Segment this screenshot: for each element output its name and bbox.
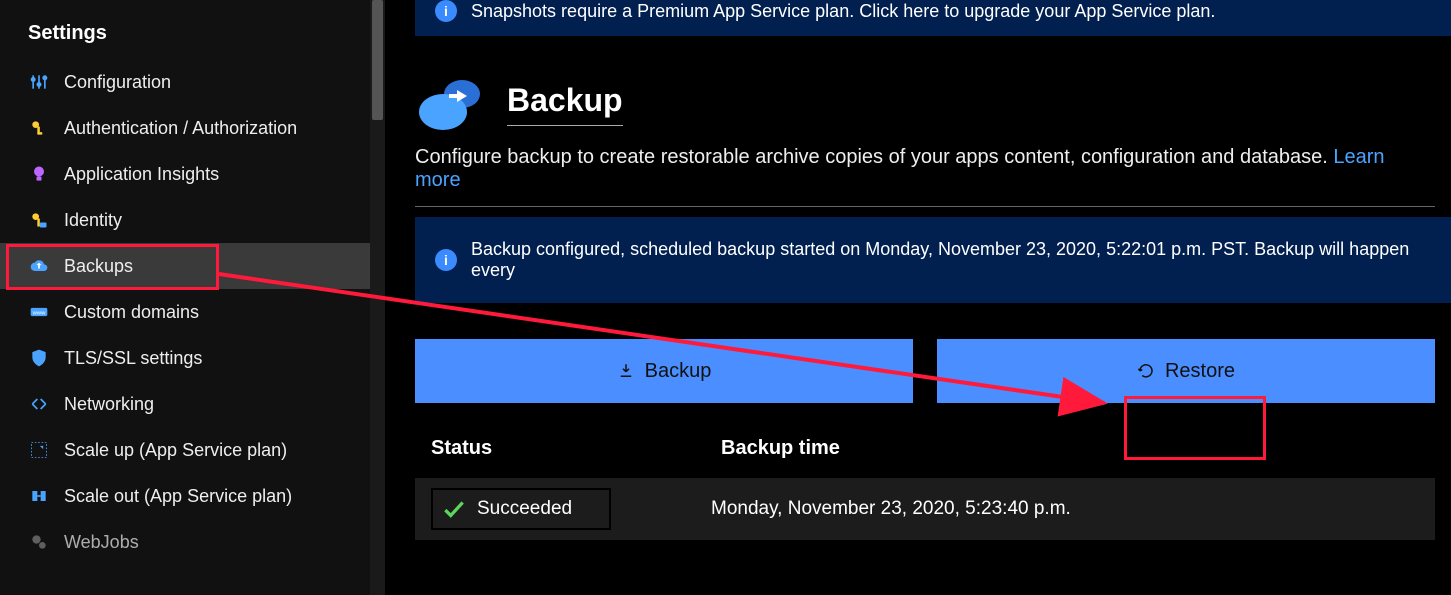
sidebar-item-label: Backups [64,256,133,277]
sidebar-item-custom-domains[interactable]: www Custom domains [0,289,385,335]
page-description: Configure backup to create restorable ar… [415,146,1435,207]
banner-text: Snapshots require a Premium App Service … [471,1,1215,22]
sidebar-item-networking[interactable]: Networking [0,381,385,427]
button-label: Backup [645,360,712,383]
sidebar-item-tls-ssl[interactable]: TLS/SSL settings [0,335,385,381]
restore-icon [1137,362,1155,380]
sidebar-item-scale-out[interactable]: Scale out (App Service plan) [0,473,385,519]
sidebar-section-header: Settings [0,12,385,59]
sidebar-item-label: Identity [64,210,122,231]
backup-history-table: Status Backup time Succeeded Monday, Nov… [415,437,1435,540]
sidebar-item-label: Application Insights [64,164,219,185]
sidebar-item-label: Configuration [64,72,171,93]
column-header-status: Status [431,437,721,460]
check-icon [441,496,467,522]
sidebar-item-label: WebJobs [64,532,139,553]
time-cell: Monday, November 23, 2020, 5:23:40 p.m. [611,498,1419,520]
info-icon: i [435,0,457,22]
cloud-backup-icon [415,76,485,132]
sidebar-item-scale-up[interactable]: Scale up (App Service plan) [0,427,385,473]
status-text: Succeeded [477,498,572,520]
key-icon [28,117,50,139]
sidebar-item-label: Scale out (App Service plan) [64,486,292,507]
sidebar-scrollbar-thumb[interactable] [372,0,383,120]
sidebar-item-backups[interactable]: Backups [0,243,385,289]
key-tag-icon [28,209,50,231]
sidebar: Settings Configuration Authentication / … [0,0,385,595]
column-header-time: Backup time [721,437,1419,460]
svg-text:www: www [32,311,46,317]
cloud-up-icon [28,255,50,277]
sidebar-item-app-insights[interactable]: Application Insights [0,151,385,197]
backup-configured-banner: i Backup configured, scheduled backup st… [415,217,1451,303]
table-row[interactable]: Succeeded Monday, November 23, 2020, 5:2… [415,478,1435,540]
button-label: Restore [1165,360,1235,383]
restore-button[interactable]: Restore [937,339,1435,403]
download-icon [617,362,635,380]
network-icon [28,393,50,415]
sidebar-item-authentication[interactable]: Authentication / Authorization [0,105,385,151]
banner-text: Backup configured, scheduled backup star… [471,239,1431,281]
scale-up-icon [28,439,50,461]
sidebar-item-webjobs[interactable]: WebJobs [0,519,385,565]
sidebar-item-label: Networking [64,394,154,415]
info-icon: i [435,249,457,271]
sidebar-item-label: TLS/SSL settings [64,348,202,369]
action-button-row: Backup Restore [415,339,1435,403]
shield-icon [28,347,50,369]
sidebar-item-label: Authentication / Authorization [64,118,297,139]
main-content: i Snapshots require a Premium App Servic… [385,0,1451,595]
scale-out-icon [28,485,50,507]
www-icon: www [28,301,50,323]
status-cell: Succeeded [431,488,611,530]
sidebar-item-identity[interactable]: Identity [0,197,385,243]
sidebar-item-label: Scale up (App Service plan) [64,440,287,461]
page-header: Backup [415,76,1451,132]
backup-button[interactable]: Backup [415,339,913,403]
table-header: Status Backup time [415,437,1435,460]
sliders-icon [28,71,50,93]
sidebar-item-label: Custom domains [64,302,199,323]
sidebar-scrollbar-track[interactable] [370,0,385,595]
page-title: Backup [507,82,623,126]
bulb-icon [28,163,50,185]
gears-icon [28,531,50,553]
sidebar-item-configuration[interactable]: Configuration [0,59,385,105]
premium-required-banner[interactable]: i Snapshots require a Premium App Servic… [415,0,1451,36]
